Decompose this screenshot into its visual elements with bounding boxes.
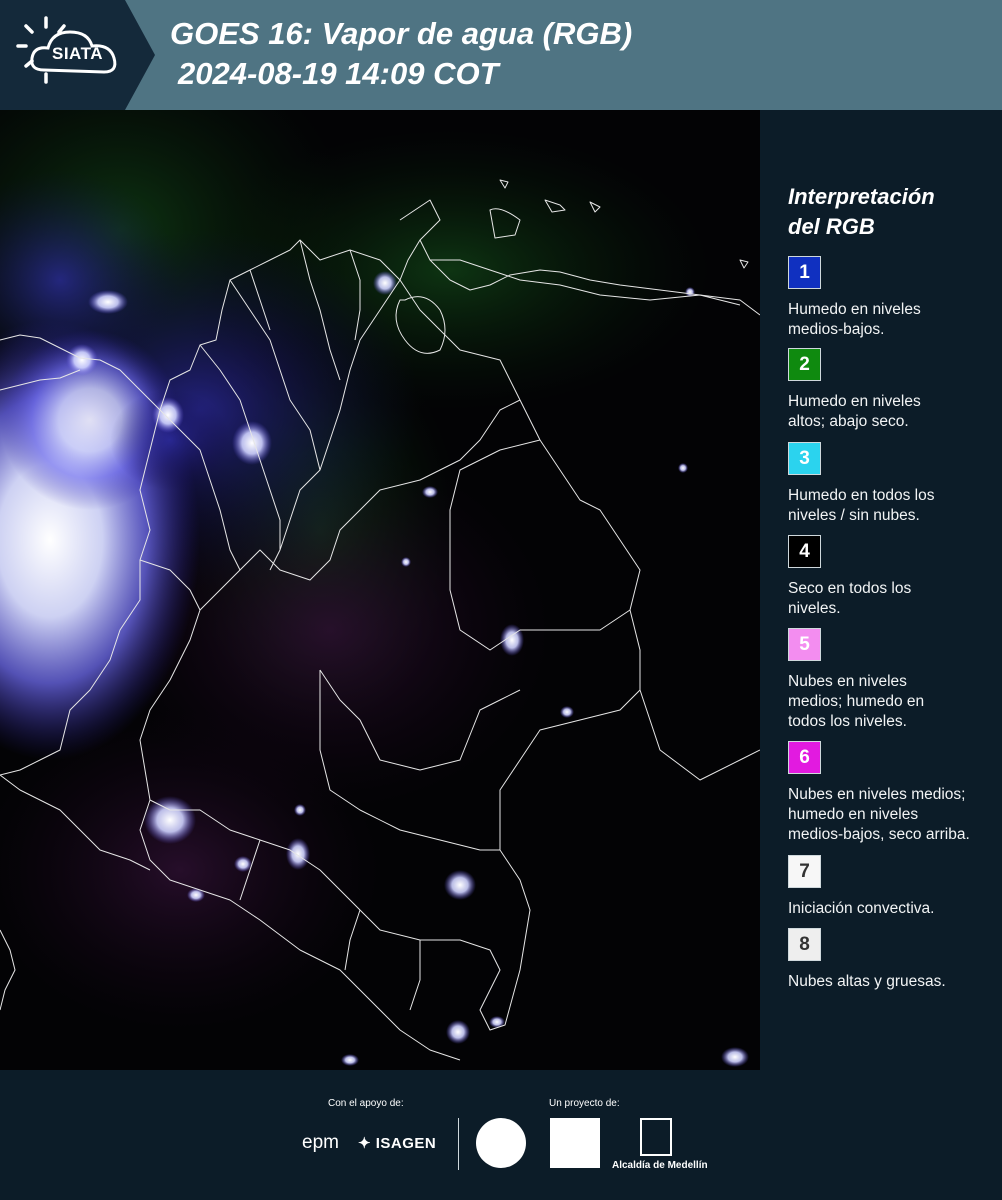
siata-logo: SIATA	[0, 0, 155, 110]
water-vapor-imagery	[0, 110, 760, 1070]
municipio-seal-logo	[476, 1118, 526, 1168]
satellite-map	[0, 110, 760, 1070]
legend-description-line: niveles.	[788, 600, 841, 617]
legend-description-line: Humedo en niveles	[788, 301, 921, 318]
legend-description: Nubes altas y gruesas.	[788, 972, 998, 992]
legend-description: Humedo en niveles medios-bajos.	[788, 300, 998, 340]
rgb-legend: Interpretación del RGB 1 Humedo en nivele…	[760, 110, 1002, 1070]
medellin-logo-text: Alcaldía de Medellín	[612, 1160, 708, 1171]
legend-swatch: 5	[788, 628, 821, 661]
epm-logo: epm	[302, 1132, 339, 1153]
legend-description-line: humedo en niveles	[788, 806, 919, 823]
legend-swatch: 6	[788, 741, 821, 774]
legend-description-line: Iniciación convectiva.	[788, 900, 935, 917]
legend-item-5: 5 Nubes en niveles medios; humedo en todos …	[788, 628, 998, 732]
legend-description: Seco en todos los niveles.	[788, 579, 998, 619]
area-metropolitana-logo	[550, 1118, 600, 1168]
legend-item-4: 4 Seco en todos los niveles.	[788, 535, 998, 619]
legend-title: Interpretación del RGB	[788, 182, 988, 242]
legend-description-line: medios-bajos, seco arriba.	[788, 826, 970, 843]
header-bar: SIATA GOES 16: Vapor de agua (RGB) 2024-…	[0, 0, 1002, 110]
siata-logo-text: SIATA	[52, 44, 103, 63]
product-title: GOES 16: Vapor de agua (RGB)	[170, 16, 633, 51]
legend-item-1: 1 Humedo en niveles medios-bajos.	[788, 256, 998, 340]
legend-item-2: 2 Humedo en niveles altos; abajo seco.	[788, 348, 998, 432]
legend-description: Humedo en todos los niveles / sin nubes.	[788, 486, 998, 526]
legend-item-6: 6 Nubes en niveles medios; humedo en nivel…	[788, 741, 998, 845]
legend-swatch: 1	[788, 256, 821, 289]
legend-description-line: niveles / sin nubes.	[788, 507, 920, 524]
legend-swatch: 4	[788, 535, 821, 568]
legend-description-line: Humedo en niveles	[788, 393, 921, 410]
legend-description-line: Seco en todos los	[788, 580, 912, 597]
legend-description: Iniciación convectiva.	[788, 899, 998, 919]
medellin-shield-icon	[640, 1118, 672, 1156]
isagen-mark-icon: ✦	[358, 1135, 376, 1152]
footer-divider	[458, 1118, 459, 1170]
support-label: Con el apoyo de:	[328, 1098, 404, 1109]
legend-title-line2: del RGB	[788, 214, 875, 239]
project-label: Un proyecto de:	[549, 1098, 620, 1109]
legend-description-line: medios; humedo en	[788, 693, 925, 710]
legend-description-line: Nubes en niveles	[788, 673, 907, 690]
legend-description-line: todos los niveles.	[788, 713, 907, 730]
legend-description-line: Nubes altas y gruesas.	[788, 973, 946, 990]
legend-description-line: altos; abajo seco.	[788, 413, 909, 430]
legend-item-3: 3 Humedo en todos los niveles / sin nubes.	[788, 442, 998, 526]
legend-description: Nubes en niveles medios; humedo en todos l…	[788, 672, 998, 732]
legend-title-line1: Interpretación	[788, 184, 935, 209]
legend-item-8: 8 Nubes altas y gruesas.	[788, 928, 998, 992]
footer: Con el apoyo de: Un proyecto de: epm ✦ I…	[0, 1070, 1002, 1200]
legend-swatch: 7	[788, 855, 821, 888]
isagen-logo-text: ISAGEN	[375, 1135, 437, 1152]
legend-description-line: Nubes en niveles medios;	[788, 786, 966, 803]
legend-swatch: 3	[788, 442, 821, 475]
legend-item-7: 7 Iniciación convectiva.	[788, 855, 998, 919]
isagen-logo: ✦ ISAGEN	[358, 1134, 436, 1152]
legend-swatch: 8	[788, 928, 821, 961]
legend-description: Humedo en niveles altos; abajo seco.	[788, 392, 998, 432]
product-datetime: 2024-08-19 14:09 COT	[178, 56, 499, 91]
legend-description-line: Humedo en todos los	[788, 487, 935, 504]
legend-swatch: 2	[788, 348, 821, 381]
legend-description: Nubes en niveles medios; humedo en nivele…	[788, 785, 998, 845]
legend-description-line: medios-bajos.	[788, 321, 885, 338]
